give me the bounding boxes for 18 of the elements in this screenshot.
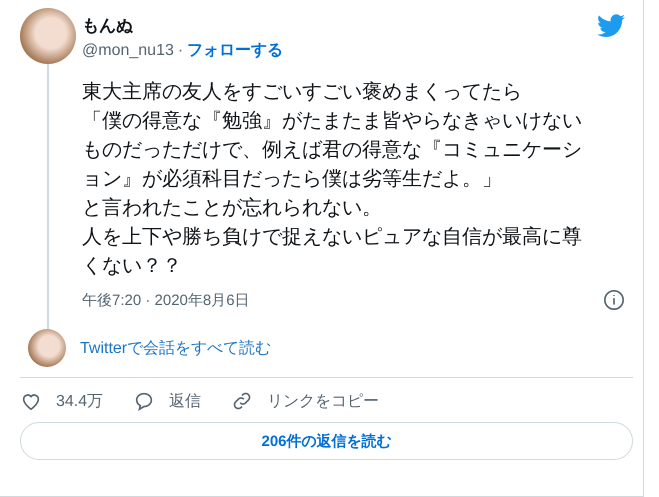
info-icon[interactable] [603, 289, 625, 311]
tweet-text: 東大主席の友人をすごいすごい褒めまくってたら [82, 80, 523, 105]
author-name: もんぬ [82, 15, 134, 37]
timestamp[interactable]: 午後7:20 · 2020年8月6日 [82, 290, 250, 310]
tweet-text: と言われたことが忘れられない。 [82, 196, 383, 221]
separator: · [178, 42, 184, 60]
reply-button[interactable]: 返信 [133, 390, 202, 412]
conversation-link[interactable]: Twitterで会話をすべて読む [80, 338, 272, 358]
tweet-text: 「僕の得意な『勉強』がたまたま皆やらなきゃいけないものだっただけで、例えば君の得意な『コミュニケーション』が必須科目だったら僕は劣等生だよ。」 [82, 109, 583, 192]
chain-link-icon [231, 390, 254, 412]
tweet-text: 人を上下や勝ち負けで捉えないピュアな自信が最高に尊くない？？ [82, 225, 583, 279]
like-button[interactable]: 34.4万 [20, 390, 104, 412]
read-replies-button[interactable]: 206件の返信を読む [20, 422, 633, 460]
follow-link[interactable]: フォローする [187, 40, 284, 61]
link-button[interactable]: リンクをコピー [231, 390, 380, 412]
bird-icon[interactable] [597, 14, 625, 38]
avatar[interactable] [28, 329, 66, 367]
author-handle: @mon_nu13 [82, 42, 174, 60]
